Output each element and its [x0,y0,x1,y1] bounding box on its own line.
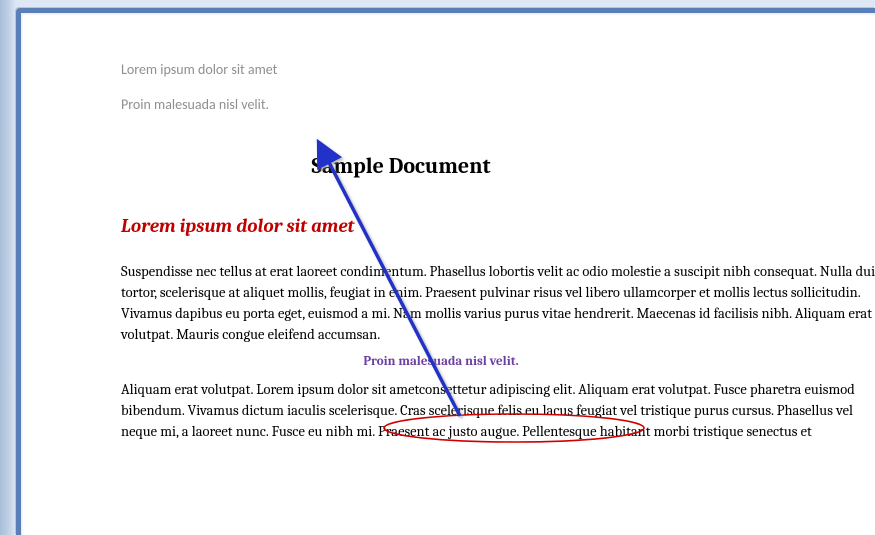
callout-row: Proin malesuada nisl velit. [101,351,781,369]
document-page[interactable]: Lorem ipsum dolor sit amet Proin malesua… [21,13,875,535]
callout-text: Proin malesuada nisl velit. [363,354,518,369]
body-paragraph-1: Suspendisse nec tellus at erat laoreet c… [121,261,875,345]
body-paragraph-2: Aliquam erat volutpat. Lorem ipsum dolor… [121,379,875,442]
document-title: Sample Document [81,153,721,179]
page-header-line-1: Lorem ipsum dolor sit amet [121,61,875,78]
page-header-line-2: Proin malesuada nisl velit. [121,96,875,113]
section-heading: Lorem ipsum dolor sit amet [121,215,875,237]
